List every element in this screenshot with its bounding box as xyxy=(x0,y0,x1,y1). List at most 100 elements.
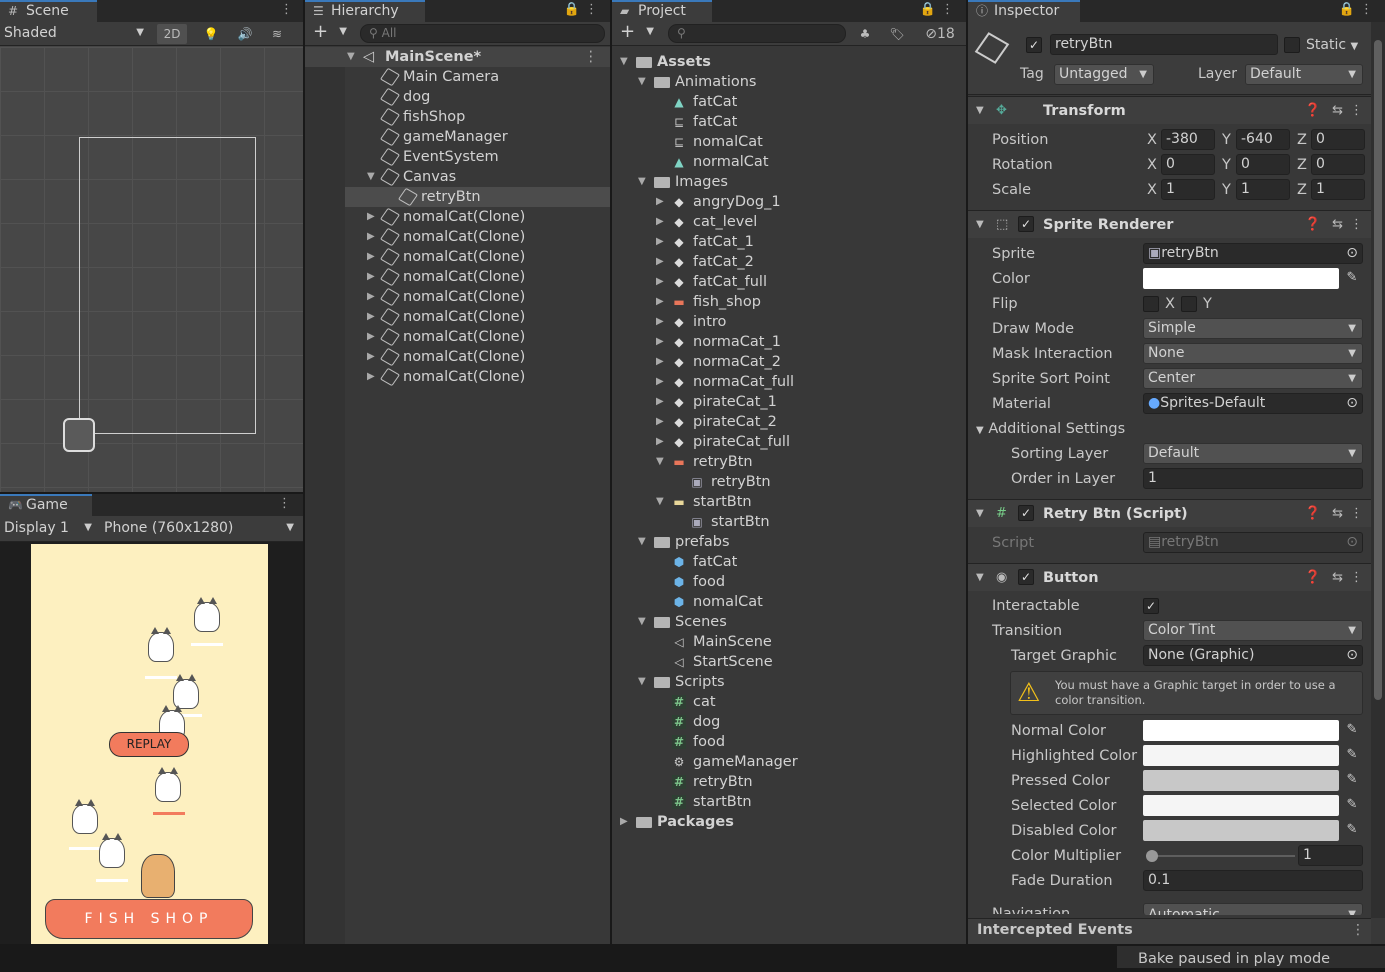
object-picker-icon[interactable]: ⊙ xyxy=(1346,244,1358,263)
scene-viewport[interactable] xyxy=(0,47,303,492)
expand-open-icon[interactable]: ▼ xyxy=(620,52,628,72)
navigation-dropdown[interactable]: Automatic ▼ xyxy=(1143,903,1363,915)
preset-icon[interactable]: ⇆ xyxy=(1332,97,1343,125)
hierarchy-item[interactable]: ▶ nomalCat(Clone) xyxy=(305,327,610,347)
expand-closed-icon[interactable]: ▶ xyxy=(367,327,375,347)
shading-dropdown[interactable]: Shaded ▼ xyxy=(4,22,148,44)
retry-script-header[interactable]: ▼ # ✓ Retry Btn (Script) ❓ ⇆ ⋮ xyxy=(968,499,1371,527)
hierarchy-item[interactable]: EventSystem xyxy=(305,147,610,167)
help-icon[interactable]: ❓ xyxy=(1305,211,1321,239)
filter-type-icon[interactable]: ♣ xyxy=(854,24,876,44)
hidden-packages-icon[interactable]: ⊘18 xyxy=(918,24,962,44)
hierarchy-item[interactable]: ▶ nomalCat(Clone) xyxy=(305,287,610,307)
button-enabled-checkbox[interactable]: ✓ xyxy=(1018,569,1034,585)
retry-script-enabled-checkbox[interactable]: ✓ xyxy=(1018,505,1034,521)
object-picker-icon[interactable]: ⊙ xyxy=(1346,646,1358,665)
project-item[interactable]: ▶ Packages xyxy=(612,812,966,832)
project-item[interactable]: ▼ Animations xyxy=(612,72,966,92)
hierarchy-scene-header[interactable]: ▼ ◁ MainScene* ⋮ xyxy=(305,47,610,67)
preset-icon[interactable]: ⇆ xyxy=(1332,211,1343,239)
project-item[interactable]: ▶ ◆ cat_level xyxy=(612,212,966,232)
expand-closed-icon[interactable]: ▶ xyxy=(656,392,664,412)
hierarchy-item[interactable]: ▶ nomalCat(Clone) xyxy=(305,367,610,387)
position-x-field[interactable]: -380 xyxy=(1161,129,1215,150)
project-item[interactable]: ▼ Scripts xyxy=(612,672,966,692)
project-item[interactable]: ▶ ◆ fatCat_full xyxy=(612,272,966,292)
expand-closed-icon[interactable]: ▶ xyxy=(367,347,375,367)
draw-mode-dropdown[interactable]: Simple ▼ xyxy=(1143,318,1363,339)
project-menu-icon[interactable]: ⋮ xyxy=(941,0,954,22)
hierarchy-search-input[interactable]: ⚲ All xyxy=(360,24,605,43)
status-message[interactable]: Bake paused in play mode xyxy=(1117,946,1385,968)
eyedropper-icon[interactable]: ✎ xyxy=(1342,820,1362,840)
tab-hierarchy[interactable]: ☰ Hierarchy xyxy=(305,0,425,22)
project-item[interactable]: ▲ normalCat xyxy=(612,152,966,172)
project-item[interactable]: ⚙ gameManager xyxy=(612,752,966,772)
eyedropper-icon[interactable]: ✎ xyxy=(1342,720,1362,740)
static-dropdown[interactable]: Static ▼ xyxy=(1306,34,1358,58)
create-dropdown[interactable]: + ▼ xyxy=(620,22,654,44)
component-menu-icon[interactable]: ⋮ xyxy=(1350,500,1363,528)
eyedropper-icon[interactable]: ✎ xyxy=(1342,795,1362,815)
expand-closed-icon[interactable]: ▶ xyxy=(656,412,664,432)
gameobject-icon[interactable] xyxy=(974,32,1010,64)
help-icon[interactable]: ❓ xyxy=(1305,97,1321,125)
sorting-layer-dropdown[interactable]: Default ▼ xyxy=(1143,443,1363,464)
expand-closed-icon[interactable]: ▶ xyxy=(367,227,375,247)
fade-duration-field[interactable]: 0.1 xyxy=(1143,870,1363,891)
mask-interaction-dropdown[interactable]: None ▼ xyxy=(1143,343,1363,364)
project-item[interactable]: ▶ ◆ pirateCat_2 xyxy=(612,412,966,432)
layer-dropdown[interactable]: Default ▼ xyxy=(1245,64,1363,85)
expand-open-icon[interactable]: ▼ xyxy=(638,172,646,192)
scene-menu-icon[interactable]: ⋮ xyxy=(584,47,599,67)
project-item[interactable]: # retryBtn xyxy=(612,772,966,792)
scale-z-field[interactable]: 1 xyxy=(1311,179,1365,200)
hierarchy-item[interactable]: gameManager xyxy=(305,127,610,147)
rotation-z-field[interactable]: 0 xyxy=(1311,154,1365,175)
interactable-checkbox[interactable]: ✓ xyxy=(1143,598,1159,614)
replay-button[interactable]: REPLAY xyxy=(109,732,189,757)
sprite-sort-point-dropdown[interactable]: Center ▼ xyxy=(1143,368,1363,389)
project-item[interactable]: ▼ Scenes xyxy=(612,612,966,632)
expand-open-icon[interactable]: ▼ xyxy=(638,672,646,692)
project-item[interactable]: ▶ ◆ intro xyxy=(612,312,966,332)
expand-closed-icon[interactable]: ▶ xyxy=(656,292,664,312)
eyedropper-icon[interactable]: ✎ xyxy=(1342,745,1362,765)
expand-closed-icon[interactable]: ▶ xyxy=(656,332,664,352)
help-icon[interactable]: ❓ xyxy=(1305,500,1321,528)
hierarchy-item[interactable]: ▶ nomalCat(Clone) xyxy=(305,207,610,227)
hierarchy-item[interactable]: ▶ nomalCat(Clone) xyxy=(305,307,610,327)
project-item[interactable]: # dog xyxy=(612,712,966,732)
highlighted-color-swatch[interactable] xyxy=(1143,745,1339,766)
sprite-renderer-header[interactable]: ▼ ⬚ ✓ Sprite Renderer ❓ ⇆ ⋮ xyxy=(968,210,1371,238)
tab-inspector[interactable]: ⓘ Inspector xyxy=(968,0,1080,22)
color-multiplier-slider[interactable] xyxy=(1146,850,1295,862)
project-item[interactable]: ▶ ◆ angryDog_1 xyxy=(612,192,966,212)
project-item[interactable]: ▼ Images xyxy=(612,172,966,192)
lock-icon[interactable]: 🔒 xyxy=(920,0,936,22)
project-item[interactable]: ▶ ◆ fatCat_1 xyxy=(612,232,966,252)
game-viewport[interactable]: REPLAY FISH SHOP xyxy=(31,544,268,944)
position-z-field[interactable]: 0 xyxy=(1311,129,1365,150)
component-menu-icon[interactable]: ⋮ xyxy=(1350,211,1363,239)
create-dropdown[interactable]: + ▼ xyxy=(313,22,347,44)
scale-x-field[interactable]: 1 xyxy=(1161,179,1215,200)
expand-closed-icon[interactable]: ▶ xyxy=(367,207,375,227)
tab-project[interactable]: ▰ Project xyxy=(612,0,712,22)
hierarchy-item[interactable]: ▶ nomalCat(Clone) xyxy=(305,227,610,247)
expand-closed-icon[interactable]: ▶ xyxy=(367,307,375,327)
pressed-color-swatch[interactable] xyxy=(1143,770,1339,791)
project-item[interactable]: ▣ startBtn xyxy=(612,512,966,532)
hierarchy-item[interactable]: Main Camera xyxy=(305,67,610,87)
expand-closed-icon[interactable]: ▶ xyxy=(367,247,375,267)
project-item[interactable]: ⬢ food xyxy=(612,572,966,592)
project-item[interactable]: ▲ fatCat xyxy=(612,92,966,112)
active-checkbox[interactable]: ✓ xyxy=(1026,37,1042,53)
project-item[interactable]: ▼ ▬ retryBtn xyxy=(612,452,966,472)
hierarchy-item[interactable]: retryBtn xyxy=(305,187,610,207)
button-gizmo-icon[interactable] xyxy=(63,418,95,452)
material-field[interactable]: ●Sprites-Default ⊙ xyxy=(1143,393,1363,414)
position-y-field[interactable]: -640 xyxy=(1236,129,1290,150)
tag-dropdown[interactable]: Untagged ▼ xyxy=(1054,64,1154,85)
expand-closed-icon[interactable]: ▶ xyxy=(656,372,664,392)
